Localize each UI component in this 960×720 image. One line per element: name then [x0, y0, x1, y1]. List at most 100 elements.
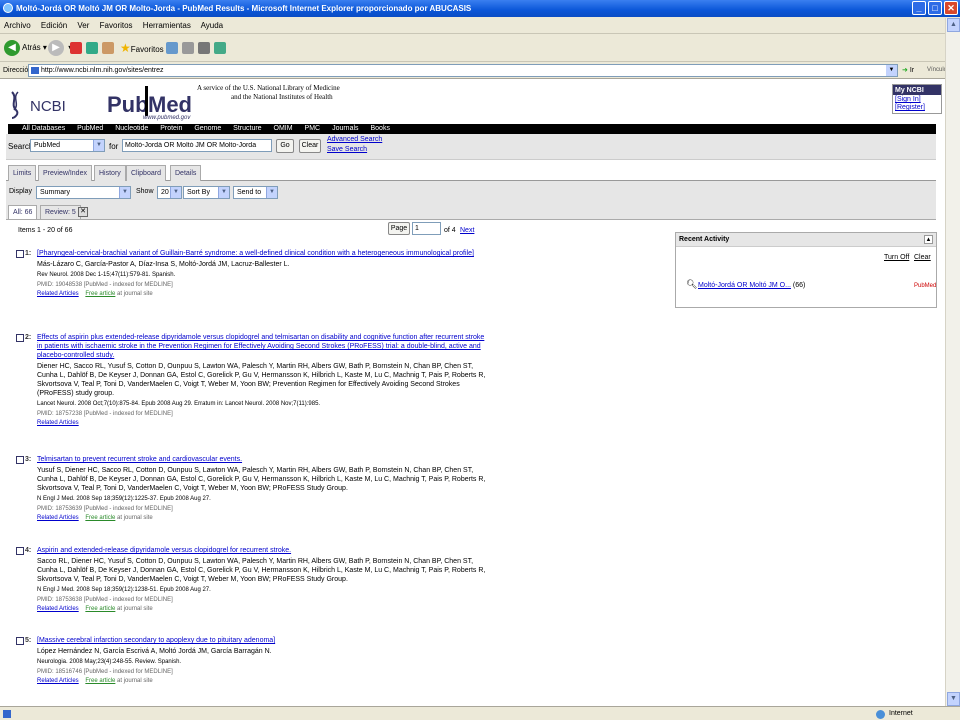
- result-checkbox[interactable]: [16, 456, 24, 464]
- display-format-select[interactable]: Summary ▼: [36, 186, 131, 199]
- scroll-up-icon[interactable]: ▲: [947, 18, 960, 32]
- related-articles-link[interactable]: Related Articles: [37, 678, 79, 684]
- related-articles-link[interactable]: Related Articles: [37, 606, 79, 612]
- next-page-link[interactable]: Next: [460, 227, 474, 234]
- close-button[interactable]: ✕: [944, 1, 958, 15]
- scroll-down-icon[interactable]: ▼: [947, 692, 960, 706]
- result-number: 2:: [25, 334, 32, 341]
- menu-archivo[interactable]: Archivo: [4, 21, 31, 30]
- result-title-link[interactable]: [Pharyngeal-cervical-brachial variant of…: [37, 249, 486, 258]
- result-item: 5: [Massive cerebral infarction secondar…: [16, 636, 486, 686]
- sign-in-link[interactable]: [Sign In]: [895, 96, 921, 103]
- result-authors: Sacco RL, Diener HC, Yusuf S, Cotton D, …: [37, 558, 486, 583]
- nav-nucleotide[interactable]: Nucleotide: [115, 125, 148, 132]
- save-search-link[interactable]: Save Search: [327, 146, 367, 153]
- recent-search-link[interactable]: Moltó-Jordá OR Moltó JM O...: [698, 282, 791, 289]
- window-title: Moltó-Jordá OR Moltó JM OR Molto-Jorda -…: [16, 4, 472, 13]
- search-input[interactable]: [122, 139, 272, 152]
- home-icon: [102, 41, 114, 54]
- ncbi-logo[interactable]: NCBI: [8, 88, 68, 120]
- history-button[interactable]: [166, 39, 180, 57]
- menu-favoritos[interactable]: Favoritos: [100, 21, 133, 30]
- result-authors: Diener HC, Sacco RL, Yusuf S, Cotton D, …: [37, 363, 486, 397]
- tab-all-results[interactable]: All: 66: [8, 205, 38, 219]
- result-checkbox[interactable]: [16, 547, 24, 555]
- result-checkbox[interactable]: [16, 250, 24, 258]
- collapse-icon[interactable]: ▲: [924, 235, 933, 244]
- go-search-button[interactable]: Go: [276, 139, 294, 153]
- menu-edicion[interactable]: Edición: [41, 21, 67, 30]
- send-to-select[interactable]: Send to ▼: [233, 186, 278, 199]
- free-article-link[interactable]: Free article: [85, 291, 115, 297]
- maximize-button[interactable]: □: [928, 1, 942, 15]
- show-label: Show: [136, 188, 154, 195]
- related-articles-link[interactable]: Related Articles: [37, 420, 79, 426]
- stop-button[interactable]: [70, 39, 84, 57]
- nav-journals[interactable]: Journals: [332, 125, 358, 132]
- nav-protein[interactable]: Protein: [160, 125, 182, 132]
- back-button[interactable]: ◀ Atrás ▾: [4, 39, 47, 57]
- result-title-link[interactable]: Effects of aspirin plus extended-release…: [37, 333, 486, 360]
- pubmed-logo[interactable]: Pub Med www.pubmed.gov: [105, 86, 195, 122]
- chevron-down-icon: ▼: [170, 187, 181, 198]
- close-tab-icon[interactable]: ✕: [78, 207, 88, 217]
- messenger-button[interactable]: [214, 39, 228, 57]
- turn-off-link[interactable]: Turn Off: [884, 254, 909, 261]
- related-articles-link[interactable]: Related Articles: [37, 291, 79, 297]
- result-checkbox[interactable]: [16, 334, 24, 342]
- home-button[interactable]: [102, 39, 116, 57]
- show-count-select[interactable]: 20 ▼: [157, 186, 182, 199]
- tab-limits[interactable]: Limits: [8, 165, 37, 181]
- menu-herramientas[interactable]: Herramientas: [143, 21, 191, 30]
- tab-review-results[interactable]: Review: 5: [40, 205, 81, 219]
- forward-button[interactable]: ▶ ▾: [48, 39, 72, 57]
- refresh-icon: [86, 41, 98, 54]
- page-status-icon: [3, 710, 11, 718]
- page-number-input[interactable]: [412, 222, 441, 235]
- tab-preview-index[interactable]: Preview/Index: [38, 165, 92, 181]
- chevron-down-icon: ▼: [119, 187, 130, 198]
- tab-details[interactable]: Details: [170, 165, 202, 181]
- database-select[interactable]: PubMed ▼: [30, 139, 105, 152]
- refresh-button[interactable]: [86, 39, 100, 57]
- register-link[interactable]: [Register]: [895, 104, 925, 111]
- nav-all-databases[interactable]: All Databases: [22, 125, 65, 132]
- recent-activity-title: Recent Activity ▲: [676, 233, 936, 247]
- tab-history[interactable]: History: [94, 165, 126, 181]
- result-title-link[interactable]: Aspirin and extended-release dipyridamol…: [37, 546, 486, 555]
- nav-pubmed[interactable]: PubMed: [77, 125, 103, 132]
- for-label: for: [109, 142, 119, 151]
- favorites-button[interactable]: ★Favoritos: [120, 39, 164, 57]
- sort-by-select[interactable]: Sort By ▼: [183, 186, 230, 199]
- free-article-link[interactable]: Free article: [85, 606, 115, 612]
- mail-button[interactable]: [182, 39, 196, 57]
- tab-clipboard[interactable]: Clipboard: [126, 165, 166, 181]
- chevron-down-icon[interactable]: ▼: [886, 65, 897, 76]
- browser-toolbar: ◀Atrás ▾ ▶ ▾ ★Favoritos: [0, 34, 960, 62]
- related-articles-link[interactable]: Related Articles: [37, 515, 79, 521]
- go-button[interactable]: ➜ Ir: [902, 62, 914, 79]
- advanced-search-link[interactable]: Advanced Search: [327, 136, 382, 143]
- result-authors: Más-Lázaro C, García-Pastor A, Díaz-Insa…: [37, 261, 290, 268]
- nav-omim[interactable]: OMIM: [274, 125, 293, 132]
- nav-pmc[interactable]: PMC: [305, 125, 321, 132]
- nav-structure[interactable]: Structure: [233, 125, 261, 132]
- nav-books[interactable]: Books: [370, 125, 389, 132]
- vertical-scrollbar[interactable]: ▲ ▼: [945, 18, 960, 706]
- free-article-link[interactable]: Free article: [85, 515, 115, 521]
- nav-genome[interactable]: Genome: [194, 125, 221, 132]
- menu-ver[interactable]: Ver: [77, 21, 89, 30]
- page-button[interactable]: Page: [388, 222, 410, 235]
- menu-ayuda[interactable]: Ayuda: [201, 21, 224, 30]
- result-title-link[interactable]: [Massive cerebral infarction secondary t…: [37, 636, 486, 645]
- print-button[interactable]: [198, 39, 212, 57]
- clear-recent-link[interactable]: Clear: [914, 254, 931, 261]
- result-checkbox[interactable]: [16, 637, 24, 645]
- my-ncbi-title[interactable]: My NCBI: [893, 85, 941, 95]
- clear-button[interactable]: Clear: [299, 139, 321, 153]
- result-authors: Yusuf S, Diener HC, Sacco RL, Cotton D, …: [37, 467, 486, 492]
- minimize-button[interactable]: _: [912, 1, 926, 15]
- result-title-link[interactable]: Telmisartan to prevent recurrent stroke …: [37, 455, 486, 464]
- free-article-link[interactable]: Free article: [85, 678, 115, 684]
- address-input[interactable]: http://www.ncbi.nlm.nih.gov/sites/entrez…: [28, 64, 898, 77]
